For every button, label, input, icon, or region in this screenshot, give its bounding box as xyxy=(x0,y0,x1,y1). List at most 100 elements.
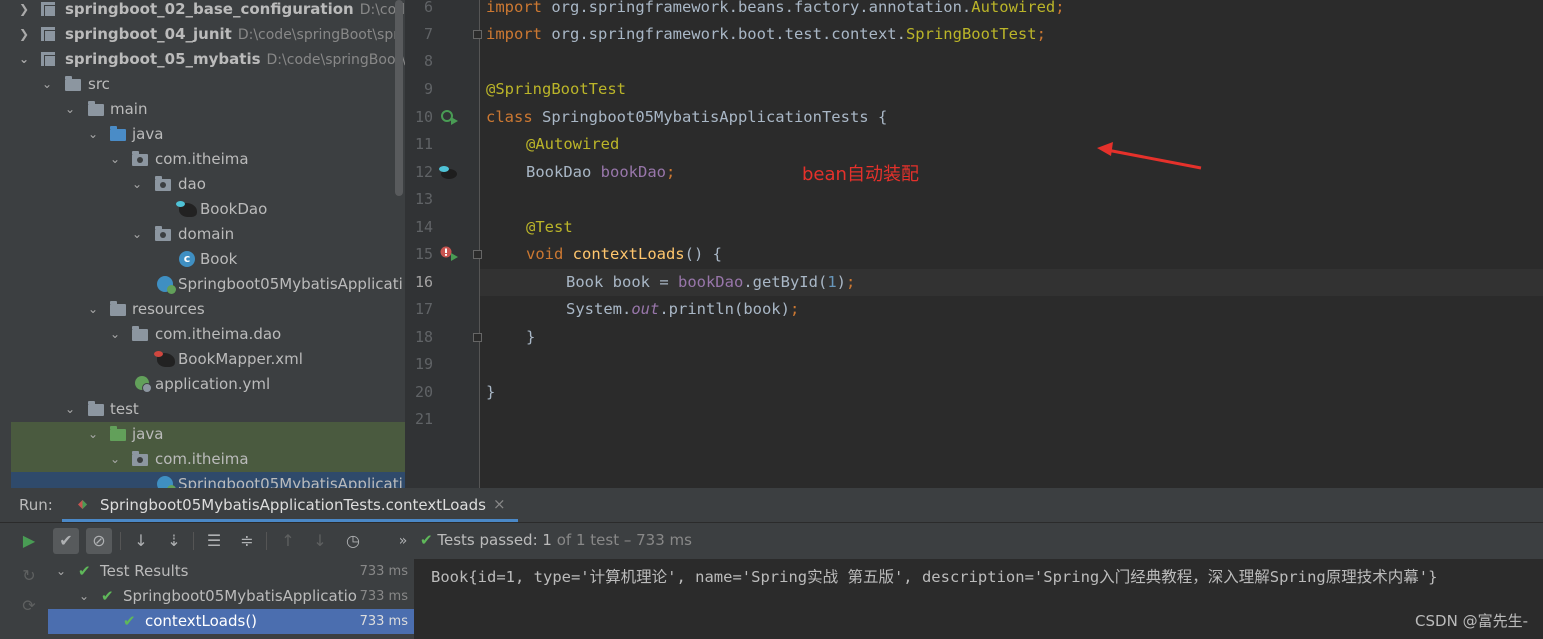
tree-item-label: com.itheima xyxy=(155,450,249,468)
tree-item-dao[interactable]: ⌄ dao xyxy=(11,172,405,197)
show-ignored-icon[interactable]: ⊘ xyxy=(86,528,112,554)
code-editor[interactable]: 6 7 8 9 10 11 12 13 14 15 16 17 18 19 20… xyxy=(405,0,1543,488)
chevron-down-icon[interactable]: ⌄ xyxy=(56,559,66,584)
tree-item-bookmapper-xml[interactable]: BookMapper.xml xyxy=(11,347,405,372)
tree-item-springboot-05[interactable]: ⌄ springboot_05_mybatis D:\code\springBoo… xyxy=(11,47,405,72)
sort-alphabetically-icon[interactable]: ↓ xyxy=(128,528,154,554)
previous-failed-icon[interactable]: ↑ xyxy=(275,528,301,554)
tree-item-src[interactable]: ⌄ src xyxy=(11,72,405,97)
chevron-down-icon[interactable]: ⌄ xyxy=(108,147,122,172)
test-tree-row-class[interactable]: ⌄ ✔ Springboot05MybatisApplicatio 733 ms xyxy=(48,584,414,609)
run-toolbar: ▶ ✔ ⊘ ↓ ⇣ ☰ ≑ ↑ ↓ ◷ » xyxy=(0,523,1543,559)
chevron-down-icon[interactable]: ⌄ xyxy=(108,322,122,347)
tree-item-bookdao[interactable]: BookDao xyxy=(11,197,405,222)
test-status-suffix: of 1 test – 733 ms xyxy=(556,531,692,549)
collapse-all-icon[interactable]: ≑ xyxy=(234,528,260,554)
tree-item-application-tests[interactable]: Springboot05MybatisApplicati xyxy=(11,472,405,488)
tree-item-path: D:\code\springBoot\s xyxy=(266,52,405,68)
tree-item-application[interactable]: Springboot05MybatisApplicati xyxy=(11,272,405,297)
rerun-icon[interactable]: ▶ xyxy=(16,528,42,554)
code-line-9: @SpringBootTest xyxy=(486,80,626,98)
mybatis-navigate-icon[interactable] xyxy=(439,164,457,179)
chevron-down-icon[interactable]: ⌄ xyxy=(63,97,77,122)
tree-item-label: resources xyxy=(132,300,205,318)
fold-marker[interactable] xyxy=(473,333,482,342)
chevron-right-icon[interactable]: ❯ xyxy=(17,22,31,47)
test-tree-row-results[interactable]: ⌄ ✔ Test Results 733 ms xyxy=(48,559,414,584)
check-icon: ✔ xyxy=(420,531,433,549)
test-tree-label: contextLoads() xyxy=(145,612,258,630)
code-line-11: @Autowired xyxy=(526,135,620,153)
tree-item-label: com.itheima.dao xyxy=(155,325,282,343)
close-icon[interactable]: × xyxy=(493,495,506,513)
line-number: 13 xyxy=(414,190,433,208)
line-number: 17 xyxy=(414,300,433,318)
run-test-method-error-icon[interactable] xyxy=(440,246,458,261)
test-history-icon[interactable]: ◷ xyxy=(340,528,366,554)
test-status: ✔ Tests passed: 1 of 1 test – 733 ms xyxy=(420,531,692,549)
chevron-down-icon[interactable]: ⌄ xyxy=(63,397,77,422)
run-tab-underline xyxy=(62,519,518,522)
tree-item-label: springboot_04_junit xyxy=(65,25,232,43)
toggle-auto-test-icon[interactable]: ⟳ xyxy=(16,593,42,619)
expand-all-icon[interactable]: ☰ xyxy=(201,528,227,554)
run-label: Run: xyxy=(19,496,53,514)
code-line-16: Book book = bookDao.getById(1); xyxy=(566,273,856,291)
run-side-actions: ↻ ⟳ xyxy=(0,559,48,639)
line-number: 15 xyxy=(414,245,433,263)
console-output[interactable]: Book{id=1, type='计算机理论', name='Spring实战 … xyxy=(414,559,1543,639)
watermark: CSDN @富先生- xyxy=(1415,612,1528,630)
test-status-count: 1 xyxy=(542,531,552,549)
tree-item-domain[interactable]: ⌄ domain xyxy=(11,222,405,247)
tree-item-test-java[interactable]: ⌄ java xyxy=(11,422,405,447)
chevron-down-icon[interactable]: ⌄ xyxy=(86,297,100,322)
tree-item-com-itheima-dao[interactable]: ⌄ com.itheima.dao xyxy=(11,322,405,347)
code-line-18: } xyxy=(526,328,536,346)
tree-scrollbar[interactable] xyxy=(395,0,403,196)
fold-marker[interactable] xyxy=(473,30,482,39)
tree-item-java[interactable]: ⌄ java xyxy=(11,122,405,147)
chevron-down-icon[interactable]: ⌄ xyxy=(86,122,100,147)
mybatis-xml-icon xyxy=(154,351,175,367)
chevron-down-icon[interactable]: ⌄ xyxy=(86,422,100,447)
folder-icon xyxy=(132,326,148,341)
chevron-down-icon[interactable]: ⌄ xyxy=(40,72,54,97)
package-icon xyxy=(132,451,148,466)
fold-marker[interactable] xyxy=(473,250,482,259)
spring-boot-test-icon xyxy=(157,476,176,488)
more-actions-icon[interactable]: » xyxy=(390,528,416,554)
next-failed-icon[interactable]: ↓ xyxy=(307,528,333,554)
tree-item-com-itheima[interactable]: ⌄ com.itheima xyxy=(11,147,405,172)
toolbar-separator xyxy=(266,532,267,550)
test-tree-row-method[interactable]: ✔ contextLoads() 733 ms xyxy=(48,609,414,634)
tree-item-label: Springboot05MybatisApplicati xyxy=(178,475,403,488)
tree-item-resources[interactable]: ⌄ resources xyxy=(11,297,405,322)
tree-item-main[interactable]: ⌄ main xyxy=(11,97,405,122)
line-number: 10 xyxy=(414,108,433,126)
tree-item-application-yml[interactable]: application.yml xyxy=(11,372,405,397)
chevron-down-icon[interactable]: ⌄ xyxy=(17,47,31,72)
toolbar-separator xyxy=(193,532,194,550)
rerun-failed-icon[interactable]: ↻ xyxy=(16,563,42,589)
tree-item-label: dao xyxy=(178,175,206,193)
tree-item-test-com-itheima[interactable]: ⌄ com.itheima xyxy=(11,447,405,472)
code-line-20: } xyxy=(486,383,496,401)
line-number: 6 xyxy=(423,0,433,16)
tree-item-label: com.itheima xyxy=(155,150,249,168)
code-line-10: class Springboot05MybatisApplicationTest… xyxy=(486,108,888,126)
line-number: 12 xyxy=(414,163,433,181)
tree-item-springboot-04[interactable]: ❯ springboot_04_junit D:\code\springBoot\… xyxy=(11,22,405,47)
chevron-down-icon[interactable]: ⌄ xyxy=(108,447,122,472)
show-passed-icon[interactable]: ✔ xyxy=(53,528,79,554)
chevron-down-icon[interactable]: ⌄ xyxy=(130,172,144,197)
toolbar-separator xyxy=(120,532,121,550)
run-test-class-icon[interactable] xyxy=(441,110,458,125)
chevron-down-icon[interactable]: ⌄ xyxy=(79,584,89,609)
sort-by-duration-icon[interactable]: ⇣ xyxy=(161,528,187,554)
test-status-prefix: Tests passed: xyxy=(437,531,538,549)
chevron-right-icon[interactable]: ❯ xyxy=(17,0,31,22)
chevron-down-icon[interactable]: ⌄ xyxy=(130,222,144,247)
tree-item-springboot-02[interactable]: ❯ springboot_02_base_configurationD:\cod… xyxy=(11,0,405,22)
tree-item-book[interactable]: c Book xyxy=(11,247,405,272)
tree-item-test[interactable]: ⌄ test xyxy=(11,397,405,422)
